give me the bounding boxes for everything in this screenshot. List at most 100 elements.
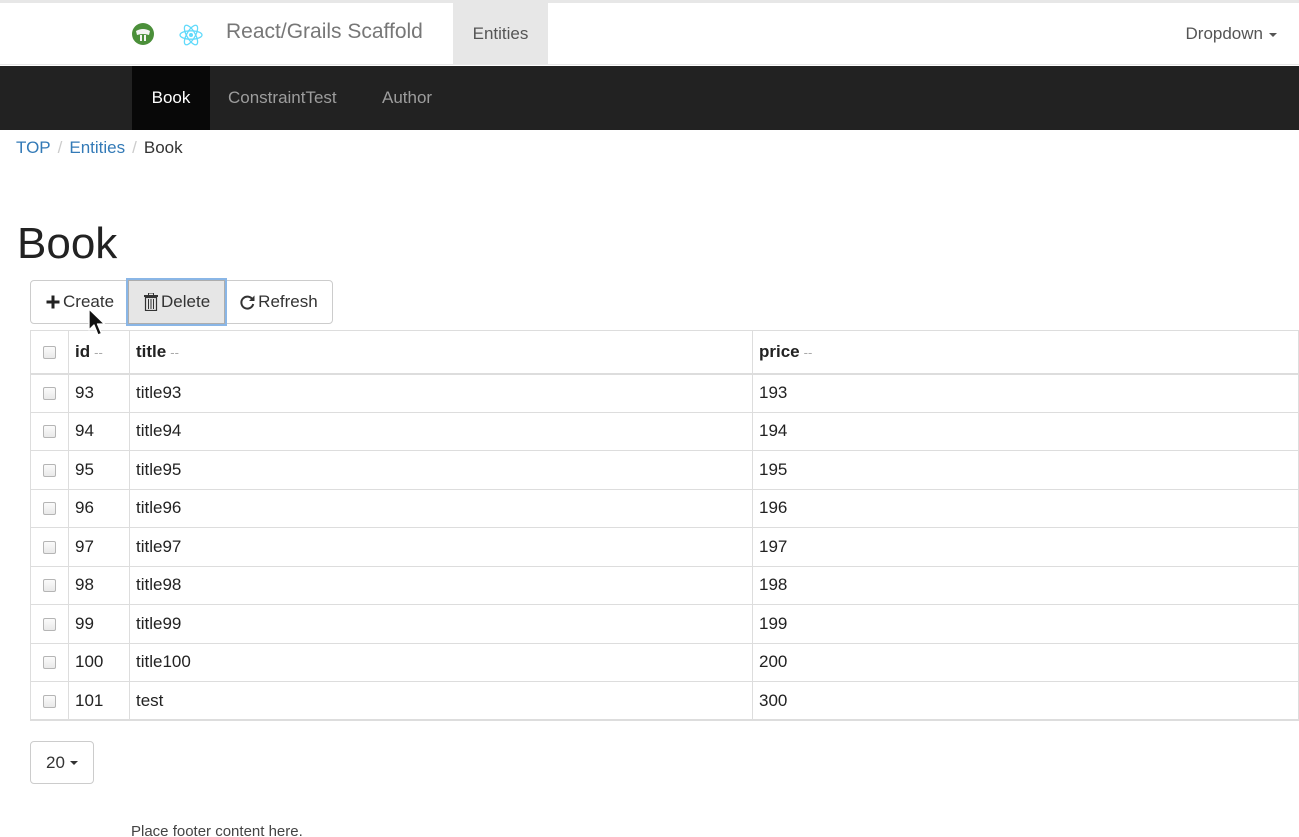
row-checkbox[interactable] <box>43 656 56 670</box>
cell-title: title99 <box>129 604 753 644</box>
row-select-cell <box>30 527 69 567</box>
table-row[interactable]: 101 test 300 <box>30 681 1299 721</box>
book-table: id -- title -- price -- 93 title93 193 94 titl… <box>30 330 1299 721</box>
nav-dropdown[interactable]: Dropdown <box>1185 3 1277 65</box>
cell-price: 199 <box>752 604 1299 644</box>
entity-navbar: Book ConstraintTest Author <box>0 66 1299 130</box>
column-header-label: id <box>75 341 91 361</box>
column-header-title[interactable]: title -- <box>129 330 753 375</box>
row-checkbox[interactable] <box>43 617 56 631</box>
select-all-cell <box>30 330 69 375</box>
trash-icon <box>143 293 159 311</box>
select-all-checkbox[interactable] <box>43 345 56 359</box>
table-row[interactable]: 96 title96 196 <box>30 489 1299 528</box>
cell-price: 300 <box>752 681 1299 721</box>
delete-label: Delete <box>161 292 211 311</box>
cell-title: title96 <box>129 489 753 528</box>
column-header-label: price <box>759 341 800 361</box>
row-checkbox[interactable] <box>43 425 56 439</box>
row-select-cell <box>30 489 69 528</box>
refresh-button[interactable]: Refresh <box>224 280 333 324</box>
sort-indicator-icon: -- <box>170 344 179 360</box>
table-row[interactable]: 95 title95 195 <box>30 450 1299 490</box>
dropdown-label: Dropdown <box>1185 24 1264 43</box>
top-navbar: React/Grails Scaffold Entities Dropdown <box>0 3 1299 65</box>
table-row[interactable]: 98 title98 198 <box>30 566 1299 605</box>
create-label: Create <box>63 292 115 311</box>
nav-entities[interactable]: Entities <box>453 3 548 65</box>
cell-id: 95 <box>68 450 130 490</box>
tab-constrainttest[interactable]: ConstraintTest <box>228 66 337 130</box>
sort-indicator-icon: -- <box>94 344 103 360</box>
breadcrumb-separator: / <box>132 138 137 157</box>
cell-price: 198 <box>752 566 1299 605</box>
breadcrumb-entities-link[interactable]: Entities <box>69 138 125 157</box>
row-checkbox[interactable] <box>43 502 56 516</box>
cell-price: 193 <box>752 373 1299 413</box>
cell-title: title93 <box>129 373 753 413</box>
cell-price: 196 <box>752 489 1299 528</box>
row-select-cell <box>30 412 69 451</box>
caret-down-icon <box>1269 32 1277 37</box>
table-row[interactable]: 99 title99 199 <box>30 604 1299 644</box>
row-checkbox[interactable] <box>43 694 56 708</box>
column-header-price[interactable]: price -- <box>752 330 1299 375</box>
row-checkbox[interactable] <box>43 387 56 401</box>
cell-price: 195 <box>752 450 1299 490</box>
row-checkbox[interactable] <box>43 463 56 477</box>
refresh-label: Refresh <box>258 292 318 311</box>
toolbar: Create Delete Refresh <box>30 280 333 324</box>
breadcrumb-top-link[interactable]: TOP <box>16 138 51 157</box>
cell-id: 99 <box>68 604 130 644</box>
row-select-cell <box>30 373 69 413</box>
breadcrumb: TOP / Entities / Book <box>16 138 183 158</box>
cell-id: 96 <box>68 489 130 528</box>
breadcrumb-separator: / <box>57 138 63 157</box>
page-size-value: 20 <box>46 752 65 772</box>
cell-price: 200 <box>752 643 1299 682</box>
row-select-cell <box>30 450 69 490</box>
cell-price: 194 <box>752 412 1299 451</box>
react-logo-icon[interactable] <box>178 22 204 48</box>
row-select-cell <box>30 681 69 721</box>
row-select-cell <box>30 604 69 644</box>
cell-id: 94 <box>68 412 130 451</box>
table-row[interactable]: 100 title100 200 <box>30 643 1299 682</box>
plus-icon <box>45 294 61 310</box>
column-header-id[interactable]: id -- <box>68 330 130 375</box>
cell-id: 98 <box>68 566 130 605</box>
row-select-cell <box>30 566 69 605</box>
grails-logo-icon[interactable] <box>131 22 155 46</box>
row-checkbox[interactable] <box>43 579 56 593</box>
cell-id: 101 <box>68 681 130 721</box>
tab-book[interactable]: Book <box>132 66 210 130</box>
delete-button[interactable]: Delete <box>128 280 226 324</box>
refresh-icon <box>239 294 256 311</box>
cell-title: title94 <box>129 412 753 451</box>
create-button[interactable]: Create <box>30 280 130 324</box>
cell-title: test <box>129 681 753 721</box>
table-header-row: id -- title -- price -- <box>30 330 1299 375</box>
table-row[interactable]: 93 title93 193 <box>30 373 1299 413</box>
cell-title: title97 <box>129 527 753 567</box>
sort-indicator-icon: -- <box>803 344 813 360</box>
page-title: Book <box>17 219 118 268</box>
cell-title: title100 <box>129 643 753 682</box>
navbar-brand[interactable]: React/Grails Scaffold <box>226 20 423 44</box>
footer-text: Place footer content here. <box>131 823 303 837</box>
breadcrumb-current: Book <box>143 138 183 157</box>
row-checkbox[interactable] <box>43 540 56 554</box>
cell-id: 100 <box>68 643 130 682</box>
table-row[interactable]: 94 title94 194 <box>30 412 1299 451</box>
cell-title: title98 <box>129 566 753 605</box>
cell-id: 97 <box>68 527 130 567</box>
caret-down-icon <box>69 760 78 765</box>
row-select-cell <box>30 643 69 682</box>
column-header-label: title <box>136 341 167 361</box>
tab-author[interactable]: Author <box>382 66 432 130</box>
cell-id: 93 <box>68 373 130 413</box>
cell-title: title95 <box>129 450 753 490</box>
table-row[interactable]: 97 title97 197 <box>30 527 1299 567</box>
cell-price: 197 <box>752 527 1299 567</box>
page-size-dropdown[interactable]: 20 <box>30 741 94 784</box>
